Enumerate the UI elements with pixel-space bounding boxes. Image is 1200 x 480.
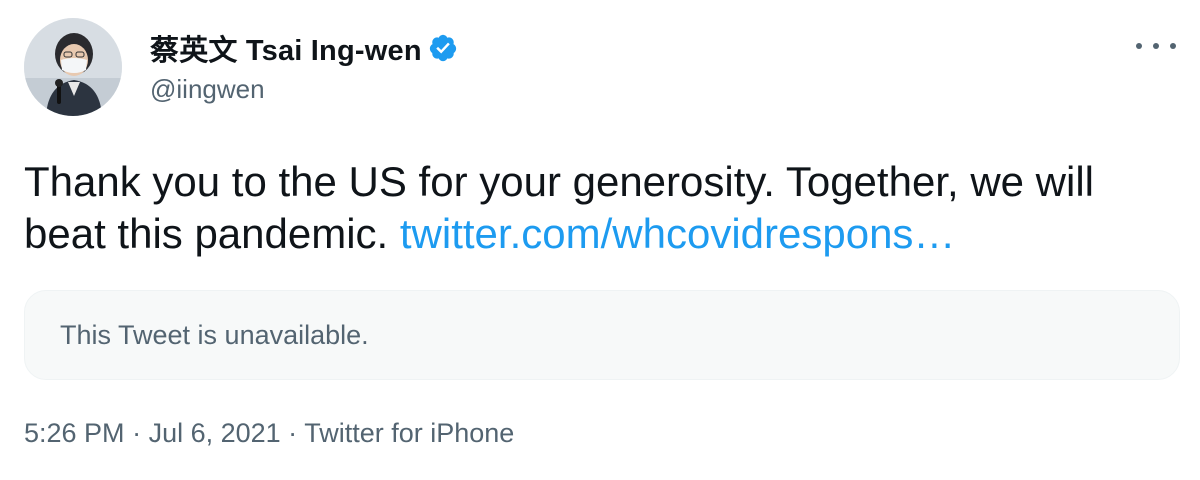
meta-separator: · <box>124 418 149 448</box>
author-names: 蔡英文 Tsai Ing-wen @iingwen <box>150 30 458 105</box>
more-dot <box>1136 43 1142 49</box>
quote-unavailable-text: This Tweet is unavailable. <box>60 319 369 350</box>
avatar[interactable] <box>24 18 122 116</box>
display-name[interactable]: 蔡英文 Tsai Ing-wen <box>150 27 422 69</box>
tweet-time[interactable]: 5:26 PM <box>24 418 125 448</box>
tweet: 蔡英文 Tsai Ing-wen @iingwen Thank you to t… <box>0 0 1200 480</box>
more-dot <box>1153 43 1159 49</box>
tweet-source[interactable]: Twitter for iPhone <box>304 418 514 448</box>
tweet-meta: 5:26 PM · Jul 6, 2021 · Twitter for iPho… <box>24 418 514 449</box>
tweet-link[interactable]: twitter.com/whcovidrespons… <box>400 210 956 257</box>
display-name-row: 蔡英文 Tsai Ing-wen <box>150 27 458 69</box>
verified-badge-icon <box>428 33 458 63</box>
more-horizontal-icon[interactable] <box>1136 34 1176 58</box>
tweet-text: Thank you to the US for your generosity.… <box>24 156 1174 260</box>
tweet-header: 蔡英文 Tsai Ing-wen @iingwen <box>24 18 1176 118</box>
tweet-date[interactable]: Jul 6, 2021 <box>149 418 281 448</box>
more-dot <box>1170 43 1176 49</box>
meta-separator: · <box>280 418 305 448</box>
avatar-photo <box>24 18 122 116</box>
author-handle[interactable]: @iingwen <box>150 74 458 105</box>
quote-tweet-card[interactable]: This Tweet is unavailable. <box>24 290 1180 380</box>
